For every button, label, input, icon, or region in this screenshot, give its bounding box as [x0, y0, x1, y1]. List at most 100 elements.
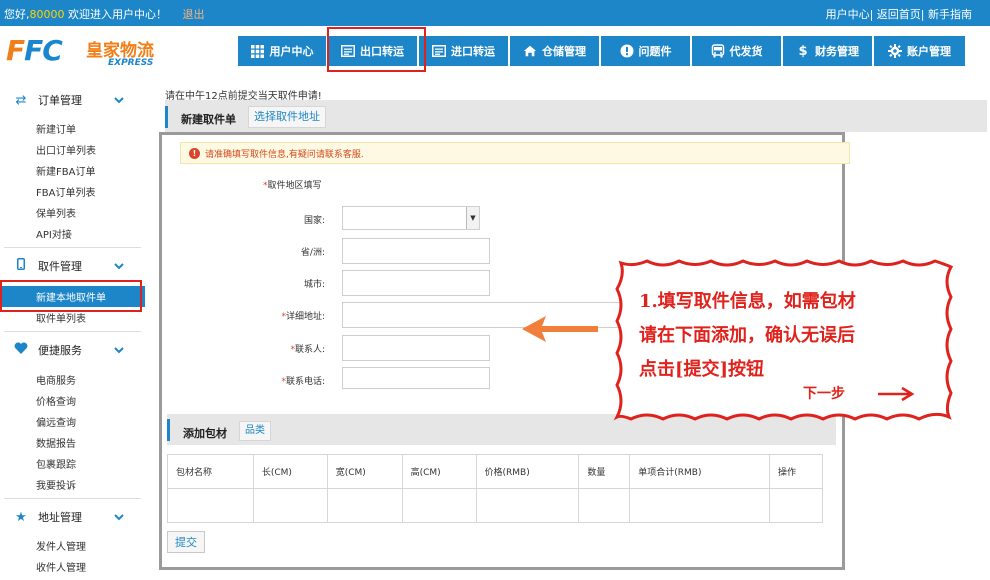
chevron-down-icon — [114, 263, 124, 270]
greeting-prefix: 您好, — [4, 8, 30, 21]
city-input[interactable] — [342, 270, 490, 296]
sidebar-item-policies[interactable]: 保单列表 — [0, 202, 145, 223]
sidebar-highlight-box — [0, 280, 142, 312]
callout-next-step: 下一步 — [803, 386, 845, 402]
col-header: 价格(RMB) — [475, 454, 580, 489]
phone-label: *联系电话: — [281, 377, 325, 387]
sidebar-item-price-query[interactable]: 价格查询 — [0, 390, 145, 411]
country-select[interactable]: ▼ — [342, 206, 480, 230]
arrow-right-icon — [878, 386, 915, 402]
nav-warehouse[interactable]: 仓储管理 — [510, 36, 599, 66]
nav-label: 代发货 — [729, 45, 763, 58]
chevron-down-icon — [114, 347, 124, 354]
chevron-down-icon: ▼ — [466, 207, 479, 229]
dollar-icon: $ — [798, 43, 808, 59]
group-title: 订单管理 — [38, 94, 82, 107]
sidebar-item-export-orders[interactable]: 出口订单列表 — [0, 139, 145, 160]
table-cell — [252, 488, 328, 523]
nav-label: 财务管理 — [815, 45, 859, 58]
greeting-suffix: 欢迎进入用户中心！ — [68, 8, 167, 21]
table-cell — [629, 488, 771, 523]
logout-link[interactable]: 退出 — [183, 8, 205, 21]
form-title-bar: 新建取件单 选择取件地址 — [165, 100, 987, 132]
greeting: 您好,80000 欢迎进入用户中心！ 退出 — [4, 6, 205, 22]
province-input[interactable] — [342, 238, 490, 264]
sidebar-item-ecommerce[interactable]: 电商服务 — [0, 369, 145, 390]
heart-icon — [12, 342, 30, 358]
sidebar-item-senders[interactable]: 发件人管理 — [0, 535, 145, 556]
nav-label: 仓储管理 — [542, 45, 586, 58]
sidebar-item-receivers[interactable]: 收件人管理 — [0, 556, 145, 577]
country-label: 国家: — [303, 216, 325, 226]
sidebar-item-remote-query[interactable]: 偏远查询 — [0, 411, 145, 432]
sidebar-item-new-order[interactable]: 新建订单 — [0, 118, 145, 139]
nav-import-transfer[interactable]: 进口转运 — [419, 36, 508, 66]
sidebar-group-services[interactable]: 便捷服务 — [0, 336, 145, 364]
phone-icon — [12, 258, 30, 274]
sidebar-group-orders[interactable]: ⇄ 订单管理 — [0, 86, 145, 114]
section-label: *取件地区填写 — [263, 181, 322, 191]
nav-label: 账户管理 — [907, 45, 951, 58]
logo[interactable]: FFC 皇家物流 EXPRESS — [6, 32, 166, 70]
phone-row: *联系电话: — [180, 367, 500, 393]
callout-line-1: 1.填写取件信息，如需包材 — [639, 291, 856, 312]
group-title: 取件管理 — [38, 260, 82, 273]
sidebar-item-api[interactable]: API对接 — [0, 223, 145, 244]
category-button[interactable]: 品类 — [239, 421, 271, 441]
table-cell — [401, 488, 477, 523]
table-header-row: 包材名称 长(CM) 宽(CM) 高(CM) 价格(RMB) 数量 单项合计(R… — [167, 454, 823, 489]
arrow-left-icon — [522, 316, 598, 342]
submit-button[interactable]: 提交 — [167, 531, 205, 553]
title-accent — [167, 419, 170, 441]
top-bar: 您好,80000 欢迎进入用户中心！ 退出 用户中心| 返回首页| 新手指南 — [0, 0, 990, 26]
alert-icon — [620, 44, 634, 58]
nav-highlight-box — [327, 27, 426, 72]
sidebar-group-pickup[interactable]: 取件管理 — [0, 252, 145, 280]
nav-problem-parcels[interactable]: 问题件 — [601, 36, 690, 66]
province-label: 省/洲: — [300, 248, 325, 258]
col-header: 高(CM) — [401, 454, 477, 489]
col-header: 操作 — [769, 454, 823, 489]
contact-row: *联系人: — [180, 335, 500, 361]
grid-icon — [251, 44, 265, 58]
title-accent — [165, 106, 168, 128]
table-cell — [475, 488, 580, 523]
select-address-button[interactable]: 选择取件地址 — [248, 106, 326, 128]
sidebar-divider — [4, 331, 141, 332]
address-label: *详细地址: — [281, 312, 325, 322]
package-table: 包材名称 长(CM) 宽(CM) 高(CM) 价格(RMB) 数量 单项合计(R… — [167, 454, 823, 523]
city-row: 城市: — [180, 270, 500, 296]
phone-input[interactable] — [342, 367, 490, 389]
nav-finance[interactable]: $ 财务管理 — [783, 36, 872, 66]
group-title: 地址管理 — [38, 511, 82, 524]
gear-icon — [888, 44, 902, 58]
nav-label: 用户中心 — [269, 45, 314, 58]
sidebar-item-new-fba-order[interactable]: 新建FBA订单 — [0, 160, 145, 181]
col-header: 包材名称 — [167, 454, 254, 489]
nav-user-center[interactable]: 用户中心 — [238, 36, 326, 66]
list-card-icon — [432, 44, 446, 58]
sidebar-item-tracking[interactable]: 包裹跟踪 — [0, 453, 145, 474]
chevron-down-icon — [114, 97, 124, 104]
warning-icon: ! — [189, 147, 200, 159]
transfer-icon: ⇄ — [15, 92, 27, 108]
nav-account[interactable]: 账户管理 — [874, 36, 965, 66]
sidebar-item-complaint[interactable]: 我要投诉 — [0, 474, 145, 495]
province-row: 省/洲: — [180, 238, 500, 264]
col-header: 宽(CM) — [326, 454, 403, 489]
logo-mark: FFC — [6, 34, 63, 67]
contact-input[interactable] — [342, 335, 490, 361]
sidebar-item-fba-orders[interactable]: FBA订单列表 — [0, 181, 145, 202]
star-icon: ★ — [15, 509, 27, 525]
sidebar-divider — [4, 498, 141, 499]
nav-label: 进口转运 — [451, 45, 495, 58]
sidebar: ⇄ 订单管理 新建订单 出口订单列表 新建FBA订单 FBA订单列表 保单列表 … — [0, 86, 145, 577]
col-header: 长(CM) — [252, 454, 328, 489]
nav-dropshipping[interactable]: 代发货 — [692, 36, 781, 66]
col-header: 单项合计(RMB) — [629, 454, 771, 489]
sidebar-item-data-report[interactable]: 数据报告 — [0, 432, 145, 453]
callout-line-3: 点击[提交]按钮 — [639, 359, 765, 380]
sidebar-group-address[interactable]: ★ 地址管理 — [0, 503, 145, 531]
top-links[interactable]: 用户中心| 返回首页| 新手指南 — [826, 6, 972, 22]
callout-line-2: 请在下面添加，确认无误后 — [639, 325, 855, 346]
